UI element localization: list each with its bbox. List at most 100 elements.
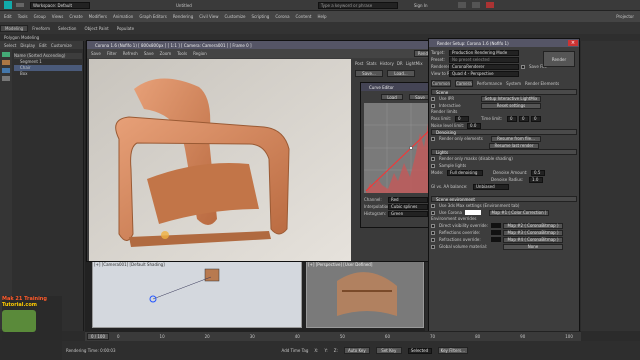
render-only-elements-checkbox[interactable] [431,136,435,141]
curve-load-button[interactable]: Load [381,94,403,100]
tab-dr[interactable]: DR [397,61,403,66]
sample-lights-checkbox[interactable] [431,163,435,168]
explorer-tab-customize[interactable]: Customize [51,43,72,48]
tab-lightmix[interactable]: LightMix [406,61,423,66]
direct-visibility-checkbox[interactable] [431,223,435,228]
tab-common[interactable]: Common [431,79,452,87]
setkey-button[interactable]: Set Key [375,347,402,354]
filter-geometry-icon[interactable] [2,52,10,57]
tab-render-elements[interactable]: Render Elements [525,81,559,86]
explorer-tab-edit[interactable]: Edit [39,43,47,48]
explorer-tab-select[interactable]: Select [4,43,16,48]
viewport-perspective[interactable]: [+] [Perspective] [User Defined] [306,260,424,328]
env-map-button[interactable]: Map #1 ( Color Correction ) [489,209,549,216]
vfb-tools-button[interactable]: Tools [177,51,187,56]
reflections-map-button[interactable]: Map #3 ( CoronaBitmap ) [503,229,563,236]
tab-post[interactable]: Post [355,61,363,66]
interpolation-select[interactable]: Cubic splines [388,203,428,210]
global-volume-button[interactable]: None [503,243,563,250]
tab-modeling[interactable]: Modeling [0,24,29,32]
tab-history[interactable]: History [380,61,394,66]
vfb-refresh-button[interactable]: Refresh [123,51,138,56]
vfb-save2-button[interactable]: Save [144,51,154,56]
menu-item-civil-view[interactable]: Civil View [199,14,218,19]
vfb-filter-button[interactable]: Filter [107,51,117,56]
resume-from-file-button[interactable]: Resume from file... [491,135,541,142]
filter-shapes-icon[interactable] [2,60,10,65]
menu-item-customize[interactable]: Customize [225,14,246,19]
filter-cameras-icon[interactable] [2,76,10,81]
global-volume-checkbox[interactable] [431,244,435,249]
use-3dsmax-env-checkbox[interactable] [431,203,435,208]
direct-color-swatch[interactable] [491,223,501,228]
vfb-save-settings-button[interactable]: Save... [355,70,383,77]
setup-lightmix-button[interactable]: Setup Interactive LightMix [481,95,541,102]
minimize-icon[interactable] [457,2,466,8]
menu-item-animation[interactable]: Animation [113,14,133,19]
close-icon[interactable]: × [568,40,578,46]
vfb-region-button[interactable]: Region [193,51,207,56]
direct-map-button[interactable]: Map #2 ( CoronaBitmap ) [503,222,563,229]
view-select[interactable]: Quad 4 - Perspective [449,70,519,77]
menu-item-scripting[interactable]: Scripting [252,14,270,19]
time-slider[interactable]: 0 / 100 [87,333,109,340]
menu-item-views[interactable]: Views [52,14,64,19]
menu-item-modifiers[interactable]: Modifiers [89,14,107,19]
denoise-radius-input[interactable]: 1.0 [529,176,543,183]
tab-camera[interactable]: Camera [455,79,473,87]
add-time-tag[interactable]: Add Time Tag [282,348,309,353]
tab-object-paint[interactable]: Object Paint [80,26,112,31]
tab-selection[interactable]: Selection [54,26,80,31]
reset-settings-button[interactable]: Reset settings [481,102,541,109]
pass-limit-input[interactable]: 0 [455,115,469,122]
refractions-color-swatch[interactable] [491,237,501,242]
vfb-zoom-button[interactable]: Zoom [160,51,172,56]
histogram-select[interactable]: Green [388,210,428,217]
denoise-mode-select[interactable]: Full denoising [447,169,483,176]
use-corona-checkbox[interactable] [431,210,435,215]
refractions-map-button[interactable]: Map #4 ( CoronaBitmap ) [503,236,563,243]
quick-access-icon[interactable] [16,3,24,7]
list-item[interactable]: Box [14,71,82,77]
tab-performance[interactable]: Performance [477,81,502,86]
denoise-amount-input[interactable]: 0.5 [531,169,545,176]
noise-limit-input[interactable]: 0.0 [467,122,481,129]
time-seconds-input[interactable]: 0 [531,115,541,122]
env-color-swatch[interactable] [465,210,481,215]
workspace-select[interactable]: Workspace: Default [30,1,90,9]
tab-populate[interactable]: Populate [113,26,138,31]
menu-item-help[interactable]: Help [317,14,326,19]
refractions-override-checkbox[interactable] [431,237,435,242]
reflections-color-swatch[interactable] [491,230,501,235]
projector-label[interactable]: Projector [616,14,634,19]
use-ipr-checkbox[interactable] [431,96,435,101]
preset-select[interactable]: No preset selected [449,56,519,63]
tab-freeform[interactable]: Freeform [28,26,54,31]
viewport-camera[interactable]: [+] [Camera001] [Default Shading] [92,260,302,328]
channel-select[interactable]: Red [388,196,428,203]
explorer-tab-display[interactable]: Display [20,43,35,48]
resume-last-render-button[interactable]: Resume last render [489,142,539,149]
menu-item-create[interactable]: Create [69,14,82,19]
time-minutes-input[interactable]: 0 [519,115,529,122]
maximize-icon[interactable] [471,2,480,8]
selected-select[interactable]: Selected [407,347,432,354]
menu-item-tools[interactable]: Tools [18,14,28,19]
timeline[interactable]: 0 / 100 0 10 20 30 40 50 60 70 80 90 100 [85,331,581,341]
polygon-modeling-label[interactable]: Polygon Modeling [4,35,39,40]
menu-item-graph-editors[interactable]: Graph Editors [139,14,166,19]
search-input[interactable]: Type a keyword or phrase [317,1,398,9]
renderer-select[interactable]: CoronaRenderer [449,63,519,70]
tab-stats[interactable]: Stats [366,61,376,66]
menu-item-rendering[interactable]: Rendering [173,14,193,19]
vfb-load-settings-button[interactable]: Load... [387,70,415,77]
menu-item-edit[interactable]: Edit [4,14,12,19]
filter-lights-icon[interactable] [2,68,10,73]
key-filters-button[interactable]: Key Filters... [437,347,468,354]
render-masks-checkbox[interactable] [431,156,435,161]
close-icon[interactable] [485,2,494,8]
time-hours-input[interactable]: 0 [507,115,517,122]
interactive-checkbox[interactable] [431,103,435,108]
autokey-button[interactable]: Auto Key [343,347,370,354]
render-setup-render-button[interactable]: Render [543,51,575,67]
